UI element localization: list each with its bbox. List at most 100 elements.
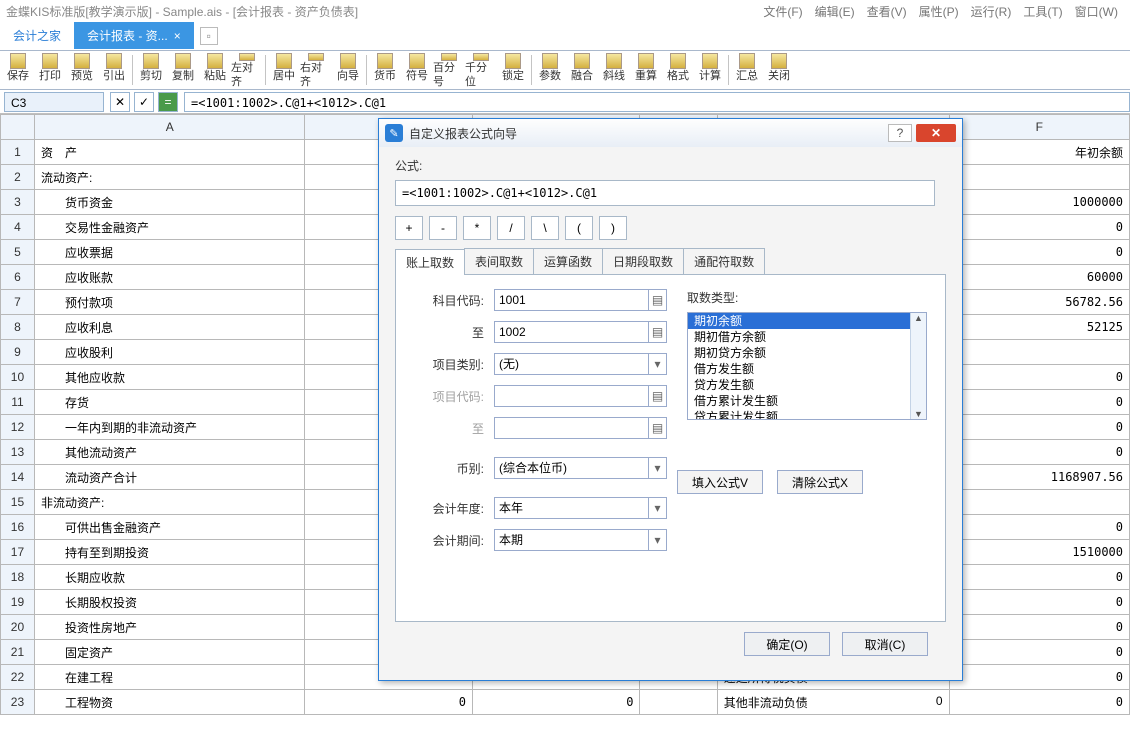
operator-button[interactable]: + bbox=[395, 216, 423, 240]
list-item[interactable]: 贷方累计发生额 bbox=[688, 409, 926, 420]
year-select[interactable]: 本年 bbox=[494, 497, 649, 519]
equals-icon[interactable]: = bbox=[158, 92, 178, 112]
chevron-down-icon[interactable]: ▾ bbox=[649, 457, 667, 479]
row-header[interactable]: 22 bbox=[1, 665, 35, 690]
cell-name-box[interactable]: C3 bbox=[4, 92, 104, 112]
lookup-icon[interactable]: ▤ bbox=[649, 321, 667, 343]
close-button[interactable]: ✕ bbox=[916, 124, 956, 142]
list-item[interactable]: 期初借方余额 bbox=[688, 329, 926, 345]
toolbar-关闭[interactable]: 关闭 bbox=[763, 51, 795, 89]
fetch-type-listbox[interactable]: 期初余额期初借方余额期初贷方余额借方发生额贷方发生额借方累计发生额贷方累计发生额… bbox=[687, 312, 927, 420]
toolbar-居中[interactable]: 居中 bbox=[268, 51, 300, 89]
toolbar-千分位[interactable]: 千分位 bbox=[465, 51, 497, 89]
row-header[interactable]: 2 bbox=[1, 165, 35, 190]
list-item[interactable]: 期初余额 bbox=[688, 313, 926, 329]
wizard-tab[interactable]: 日期段取数 bbox=[602, 248, 684, 274]
operator-button[interactable]: ( bbox=[565, 216, 593, 240]
toolbar-汇总[interactable]: 汇总 bbox=[731, 51, 763, 89]
ok-button[interactable]: 确定(O) bbox=[744, 632, 830, 656]
chevron-down-icon[interactable]: ▾ bbox=[649, 529, 667, 551]
row-header[interactable]: 11 bbox=[1, 390, 35, 415]
fill-formula-button[interactable]: 填入公式V bbox=[677, 470, 763, 494]
toolbar-斜线[interactable]: 斜线 bbox=[598, 51, 630, 89]
toolbar-剪切[interactable]: 剪切 bbox=[135, 51, 167, 89]
lookup-icon[interactable]: ▤ bbox=[649, 417, 667, 439]
toolbar-计算[interactable]: 计算 bbox=[694, 51, 726, 89]
toolbar-格式[interactable]: 格式 bbox=[662, 51, 694, 89]
period-select[interactable]: 本期 bbox=[494, 529, 649, 551]
row-header[interactable]: 19 bbox=[1, 590, 35, 615]
cancel-button[interactable]: 取消(C) bbox=[842, 632, 928, 656]
row-header[interactable]: 9 bbox=[1, 340, 35, 365]
row-header[interactable]: 8 bbox=[1, 315, 35, 340]
wizard-tab[interactable]: 运算函数 bbox=[533, 248, 603, 274]
tab-report[interactable]: 会计报表 - 资...× bbox=[74, 22, 194, 49]
toolbar-百分号[interactable]: 百分号 bbox=[433, 51, 465, 89]
operator-button[interactable]: - bbox=[429, 216, 457, 240]
operator-button[interactable]: \ bbox=[531, 216, 559, 240]
column-header[interactable]: F bbox=[949, 115, 1129, 140]
toolbar-右对齐[interactable]: 右对齐 bbox=[300, 51, 332, 89]
row-header[interactable]: 10 bbox=[1, 365, 35, 390]
menu-item[interactable]: 属性(P) bbox=[919, 5, 959, 19]
toolbar-复制[interactable]: 复制 bbox=[167, 51, 199, 89]
tab-home[interactable]: 会计之家 bbox=[0, 22, 74, 49]
toolbar-货币[interactable]: 货币 bbox=[369, 51, 401, 89]
help-button[interactable]: ? bbox=[888, 124, 912, 142]
confirm-edit-icon[interactable]: ✓ bbox=[134, 92, 154, 112]
project-category-select[interactable]: (无) bbox=[494, 353, 649, 375]
operator-button[interactable]: * bbox=[463, 216, 491, 240]
toolbar-符号[interactable]: 符号 bbox=[401, 51, 433, 89]
toolbar-打印[interactable]: 打印 bbox=[34, 51, 66, 89]
menu-item[interactable]: 工具(T) bbox=[1023, 5, 1062, 19]
formula-input[interactable]: =<1001:1002>.C@1+<1012>.C@1 bbox=[184, 92, 1130, 112]
table-row[interactable]: 23工程物资00其他非流动负债00 bbox=[1, 690, 1130, 715]
row-header[interactable]: 23 bbox=[1, 690, 35, 715]
list-item[interactable]: 借方发生额 bbox=[688, 361, 926, 377]
row-header[interactable]: 18 bbox=[1, 565, 35, 590]
dialog-titlebar[interactable]: ✎ 自定义报表公式向导 ? ✕ bbox=[379, 119, 962, 147]
row-header[interactable]: 7 bbox=[1, 290, 35, 315]
toolbar-引出[interactable]: 引出 bbox=[98, 51, 130, 89]
list-item[interactable]: 期初贷方余额 bbox=[688, 345, 926, 361]
list-item[interactable]: 贷方发生额 bbox=[688, 377, 926, 393]
row-header[interactable]: 6 bbox=[1, 265, 35, 290]
project-code-to-input[interactable] bbox=[494, 417, 649, 439]
list-item[interactable]: 借方累计发生额 bbox=[688, 393, 926, 409]
row-header[interactable]: 12 bbox=[1, 415, 35, 440]
toolbar-保存[interactable]: 保存 bbox=[2, 51, 34, 89]
operator-button[interactable]: ) bbox=[599, 216, 627, 240]
toolbar-参数[interactable]: 参数 bbox=[534, 51, 566, 89]
toolbar-锁定[interactable]: 锁定 bbox=[497, 51, 529, 89]
row-header[interactable]: 3 bbox=[1, 190, 35, 215]
wizard-tab[interactable]: 账上取数 bbox=[395, 249, 465, 275]
scrollbar[interactable]: ▲▼ bbox=[910, 313, 926, 419]
row-header[interactable]: 5 bbox=[1, 240, 35, 265]
row-header[interactable]: 13 bbox=[1, 440, 35, 465]
column-header[interactable]: A bbox=[34, 115, 305, 140]
toolbar-重算[interactable]: 重算 bbox=[630, 51, 662, 89]
currency-select[interactable]: (综合本位币) bbox=[494, 457, 649, 479]
row-header[interactable]: 21 bbox=[1, 640, 35, 665]
row-header[interactable]: 17 bbox=[1, 540, 35, 565]
toolbar-向导[interactable]: 向导 bbox=[332, 51, 364, 89]
cancel-edit-icon[interactable]: ✕ bbox=[110, 92, 130, 112]
lookup-icon[interactable]: ▤ bbox=[649, 385, 667, 407]
subject-code-to-input[interactable]: 1002 bbox=[494, 321, 649, 343]
toolbar-预览[interactable]: 预览 bbox=[66, 51, 98, 89]
menu-item[interactable]: 查看(V) bbox=[867, 5, 907, 19]
toolbar-粘贴[interactable]: 粘贴 bbox=[199, 51, 231, 89]
toolbar-左对齐[interactable]: 左对齐 bbox=[231, 51, 263, 89]
row-header[interactable]: 14 bbox=[1, 465, 35, 490]
operator-button[interactable]: / bbox=[497, 216, 525, 240]
lookup-icon[interactable]: ▤ bbox=[649, 289, 667, 311]
clear-formula-button[interactable]: 清除公式X bbox=[777, 470, 863, 494]
menu-item[interactable]: 文件(F) bbox=[763, 5, 802, 19]
close-icon[interactable]: × bbox=[174, 29, 181, 43]
toolbar-融合[interactable]: 融合 bbox=[566, 51, 598, 89]
menu-item[interactable]: 编辑(E) bbox=[815, 5, 855, 19]
row-header[interactable]: 1 bbox=[1, 140, 35, 165]
chevron-down-icon[interactable]: ▾ bbox=[649, 353, 667, 375]
row-header[interactable]: 4 bbox=[1, 215, 35, 240]
row-header[interactable]: 16 bbox=[1, 515, 35, 540]
